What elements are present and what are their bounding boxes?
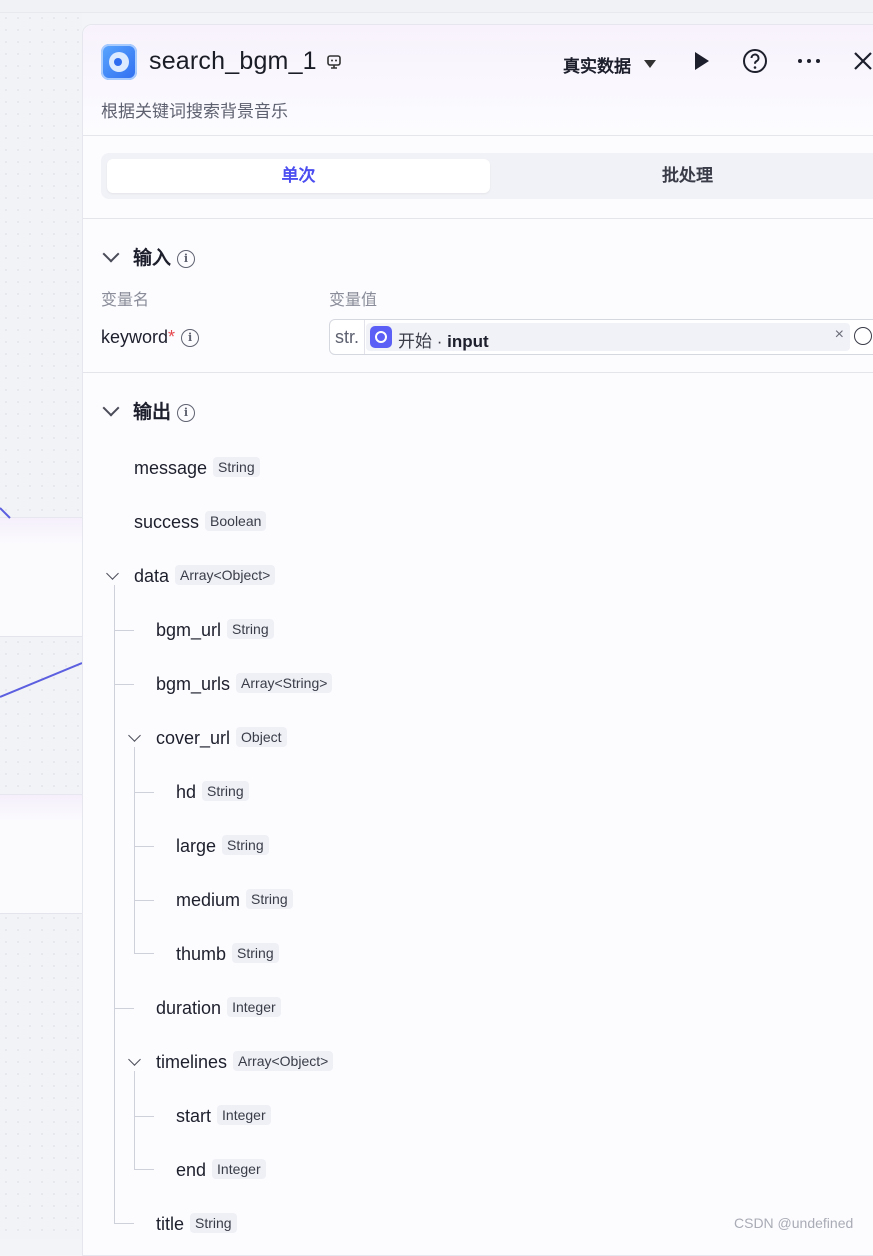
tab-batch[interactable]: 批处理 [496, 159, 873, 193]
type-tag: String [213, 457, 260, 477]
output-field: duration Integer [156, 997, 281, 1019]
tree-guide-line [114, 630, 134, 631]
output-section-title: 输出 [133, 402, 172, 423]
tree-guide-line [134, 1071, 135, 1169]
type-tag: Boolean [205, 511, 267, 531]
tree-guide-line [134, 900, 154, 901]
type-tag: String [202, 781, 249, 801]
tree-guide-line [134, 846, 154, 847]
info-icon[interactable]: i [177, 403, 196, 422]
output-field: hd String [176, 781, 249, 803]
chevron-down-icon[interactable] [128, 1053, 141, 1066]
type-tag: Integer [227, 997, 281, 1017]
output-section-header[interactable]: 输出 i [102, 397, 196, 424]
reference-label: 开始 · input [398, 332, 489, 351]
input-section-title: 输入 [133, 248, 172, 269]
column-header-name: 变量名 [101, 292, 150, 309]
play-icon[interactable] [687, 47, 715, 75]
variable-name: keyword* i [101, 327, 200, 348]
type-tag: Integer [212, 1159, 266, 1179]
info-icon[interactable]: i [181, 329, 200, 348]
divider [83, 218, 873, 219]
required-mark: * [168, 327, 176, 347]
output-field: bgm_url String [156, 619, 274, 641]
reference-chip[interactable]: 开始 · input × [366, 323, 850, 351]
output-field: end Integer [176, 1159, 266, 1181]
tree-guide-line [134, 792, 154, 793]
variable-value-field[interactable]: str. 开始 · input × [329, 319, 873, 355]
caret-down-icon[interactable] [644, 60, 656, 68]
node-title: search_bgm_1 [149, 47, 317, 75]
output-field: message String [134, 457, 260, 479]
variable-name-label: keyword [101, 327, 169, 347]
type-tag: String [227, 619, 274, 639]
more-icon[interactable] [795, 47, 823, 75]
top-strip [0, 0, 873, 13]
edit-icon[interactable] [326, 54, 342, 70]
chevron-down-icon[interactable] [102, 245, 120, 263]
output-field: medium String [176, 889, 293, 911]
expand-icon[interactable] [854, 327, 872, 345]
tree-guide-line [114, 1223, 134, 1224]
type-tag: String [246, 889, 293, 909]
output-field: title String [156, 1213, 237, 1235]
chevron-down-icon[interactable] [102, 399, 120, 417]
type-tag: Array<Object> [233, 1051, 334, 1071]
type-tag: String [222, 835, 269, 855]
tree-guide-line [134, 953, 154, 954]
divider [83, 372, 873, 373]
output-field: thumb String [176, 943, 279, 965]
run-mode-tabs: 单次 批处理 [101, 153, 873, 199]
type-tag: String [190, 1213, 237, 1233]
tree-guide-line [134, 1169, 154, 1170]
tree-guide-line [134, 1116, 154, 1117]
chevron-down-icon[interactable] [128, 729, 141, 742]
column-header-value: 变量值 [329, 292, 378, 309]
input-section-header[interactable]: 输入 i [102, 243, 196, 270]
canvas-node-card[interactable] [0, 794, 82, 914]
connection-wire [0, 507, 82, 698]
panel-header: search_bgm_1 根据关键词搜索背景音乐 真实数据 [83, 25, 873, 136]
type-tag: Array<String> [236, 673, 333, 693]
watermark: CSDN @undefined [734, 1215, 854, 1231]
node-test-panel: search_bgm_1 根据关键词搜索背景音乐 真实数据 单次 批处理 输入 [82, 24, 873, 1256]
type-tag: Object [236, 727, 287, 747]
tab-single[interactable]: 单次 [107, 159, 490, 193]
info-icon[interactable]: i [177, 249, 196, 268]
node-description: 根据关键词搜索背景音乐 [101, 102, 288, 121]
close-icon[interactable] [849, 47, 873, 75]
plugin-icon [101, 44, 137, 80]
tree-guide-line [114, 684, 134, 685]
output-field[interactable]: cover_url Object [156, 727, 287, 749]
tree-guide-line [134, 747, 135, 953]
type-tag: String [232, 943, 279, 963]
start-node-icon [370, 326, 392, 348]
output-field: bgm_urls Array<String> [156, 673, 333, 695]
clear-icon[interactable]: × [835, 326, 844, 344]
help-icon[interactable] [741, 47, 769, 75]
data-mode-select[interactable]: 真实数据 [563, 52, 631, 77]
output-field[interactable]: data Array<Object> [134, 565, 276, 587]
tree-guide-line [114, 585, 115, 1223]
output-field[interactable]: timelines Array<Object> [156, 1051, 334, 1073]
tree-guide-line [114, 1008, 134, 1009]
output-field: start Integer [176, 1105, 271, 1127]
output-field: large String [176, 835, 269, 857]
type-prefix: str. [330, 320, 365, 354]
output-field: success Boolean [134, 511, 267, 533]
type-tag: Integer [217, 1105, 271, 1125]
type-tag: Array<Object> [175, 565, 276, 585]
chevron-down-icon[interactable] [106, 567, 119, 580]
